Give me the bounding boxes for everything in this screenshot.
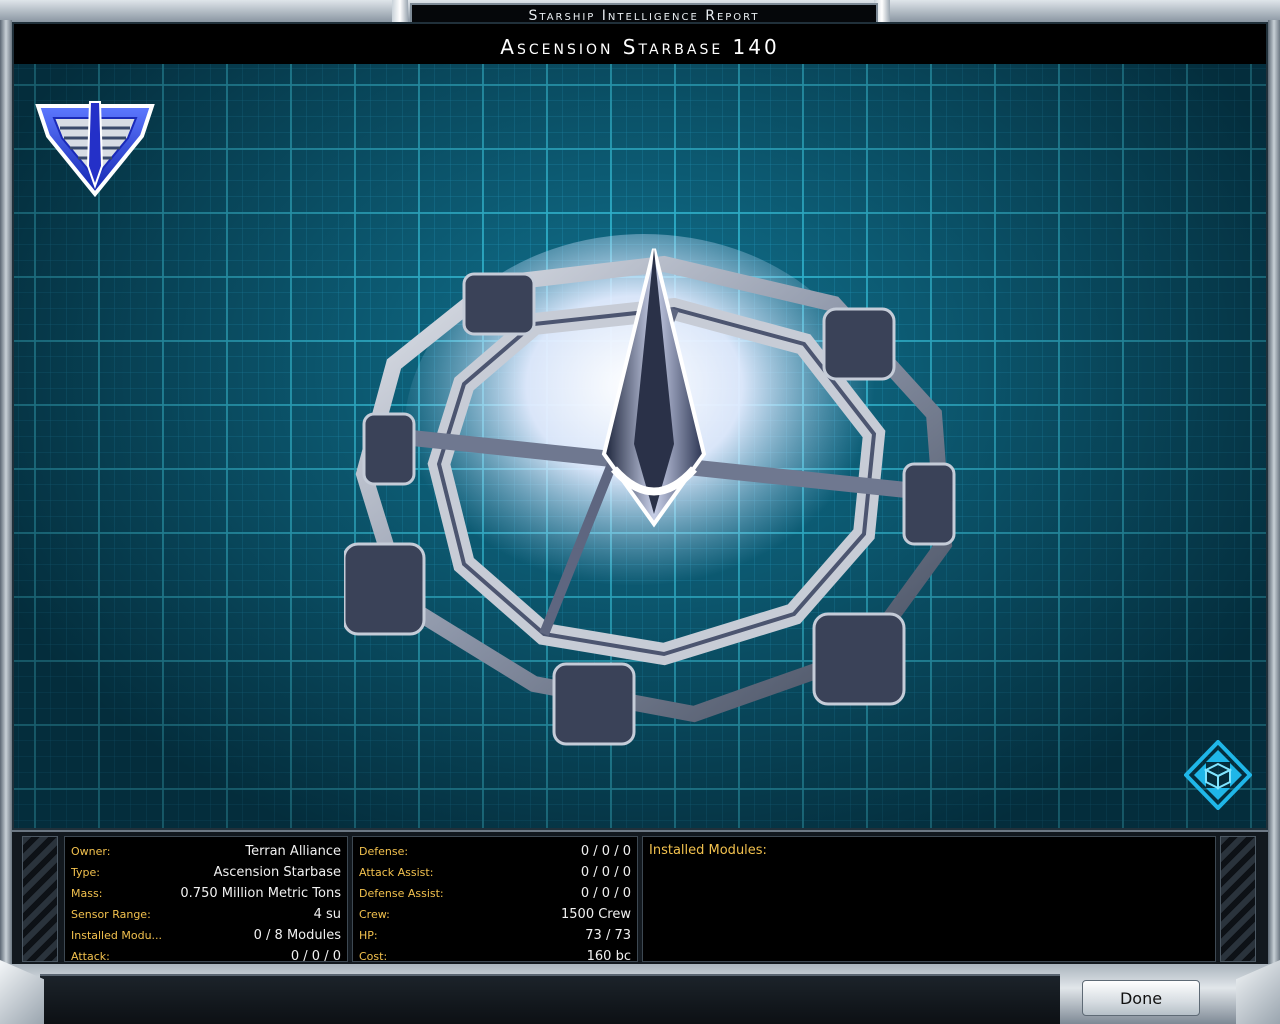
stat-row-defense: Defense: 0 / 0 / 0 xyxy=(359,841,631,862)
ship-model-icon xyxy=(344,234,956,746)
stat-label: Defense Assist: xyxy=(359,887,444,900)
stat-value: 0 / 0 / 0 xyxy=(580,865,631,880)
rail-right xyxy=(1268,20,1280,980)
ship-viewport[interactable]: Ascension Starbase 140 xyxy=(12,22,1268,830)
ship-info-panel: Owner: Terran Alliance Type: Ascension S… xyxy=(12,830,1268,964)
stat-row-defense-assist: Defense Assist: 0 / 0 / 0 xyxy=(359,883,631,904)
hatch-right xyxy=(1220,836,1256,962)
rail-left xyxy=(0,20,12,980)
stat-value: 0 / 0 / 0 xyxy=(580,886,631,901)
report-window-frame: Starship Intelligence Report Ascension S… xyxy=(0,0,1280,1024)
done-button[interactable]: Done xyxy=(1082,980,1200,1016)
stats-column-right: Defense: 0 / 0 / 0 Attack Assist: 0 / 0 … xyxy=(352,836,638,964)
stat-value: 0 / 8 Modules xyxy=(253,928,341,943)
stat-row-type: Type: Ascension Starbase xyxy=(71,862,341,883)
stat-value: 0 / 0 / 0 xyxy=(580,844,631,859)
stats-column-left: Owner: Terran Alliance Type: Ascension S… xyxy=(64,836,348,964)
ship-name: Ascension Starbase 140 xyxy=(14,24,1266,68)
rotate-view-icon[interactable] xyxy=(1184,740,1252,810)
stat-row-attack-assist: Attack Assist: 0 / 0 / 0 xyxy=(359,862,631,883)
hatch-left xyxy=(22,836,58,962)
stat-label: Crew: xyxy=(359,908,390,921)
stat-label: Attack Assist: xyxy=(359,866,434,879)
stat-row-owner: Owner: Terran Alliance xyxy=(71,841,341,862)
installed-modules-title: Installed Modules: xyxy=(649,843,767,858)
stat-label: Sensor Range: xyxy=(71,908,151,921)
stat-row-sensor-range: Sensor Range: 4 su xyxy=(71,904,341,925)
stat-value: 1500 Crew xyxy=(561,907,631,922)
stat-value: Terran Alliance xyxy=(245,844,341,859)
stat-value: 0.750 Million Metric Tons xyxy=(180,886,341,901)
stat-value: 73 / 73 xyxy=(585,928,631,943)
faction-logo-icon xyxy=(35,101,155,198)
installed-modules-list[interactable]: Installed Modules: xyxy=(642,836,1216,962)
stat-row-hp: HP: 73 / 73 xyxy=(359,925,631,946)
stat-label: HP: xyxy=(359,929,378,942)
stat-value: 4 su xyxy=(313,907,341,922)
stat-row-crew: Crew: 1500 Crew xyxy=(359,904,631,925)
stat-label: Type: xyxy=(71,866,100,879)
stat-label: Owner: xyxy=(71,845,111,858)
stat-label: Defense: xyxy=(359,845,409,858)
stat-label: Installed Modu... xyxy=(71,929,163,942)
stat-label: Mass: xyxy=(71,887,103,900)
bottom-dark-strip xyxy=(40,974,1060,1024)
stat-row-installed-modules: Installed Modu... 0 / 8 Modules xyxy=(71,925,341,946)
stat-value: Ascension Starbase xyxy=(213,865,341,880)
stat-row-mass: Mass: 0.750 Million Metric Tons xyxy=(71,883,341,904)
